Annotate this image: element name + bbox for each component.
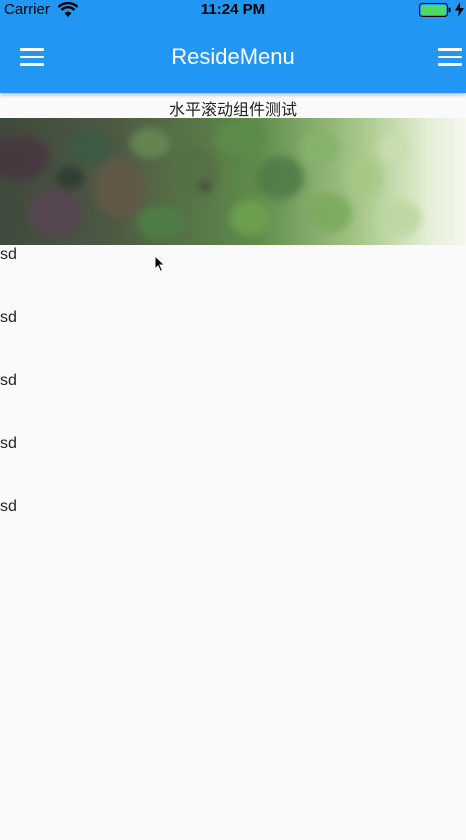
list-item[interactable]: sd [0, 309, 17, 327]
charging-bolt-icon [455, 2, 464, 17]
horizontal-scroll-view[interactable] [0, 118, 466, 245]
battery-icon [419, 3, 451, 17]
section-title: 水平滚动组件测试 [168, 102, 297, 119]
right-menu-button[interactable] [438, 48, 462, 66]
list-item[interactable]: sd [0, 498, 17, 516]
list-item[interactable]: sd [0, 372, 17, 390]
status-time: 11:24 PM [200, 1, 266, 18]
list-item[interactable]: sd [0, 435, 17, 453]
list-item[interactable]: sd [0, 246, 17, 264]
mouse-cursor-icon [154, 255, 166, 273]
menu-icon [438, 48, 462, 51]
camouflage-image [0, 118, 466, 245]
status-bar: Carrier 11:24 PM [0, 0, 466, 20]
app-bar: Carrier 11:24 PM ResideMenu [0, 0, 466, 93]
app-title: ResideMenu [171, 44, 295, 69]
